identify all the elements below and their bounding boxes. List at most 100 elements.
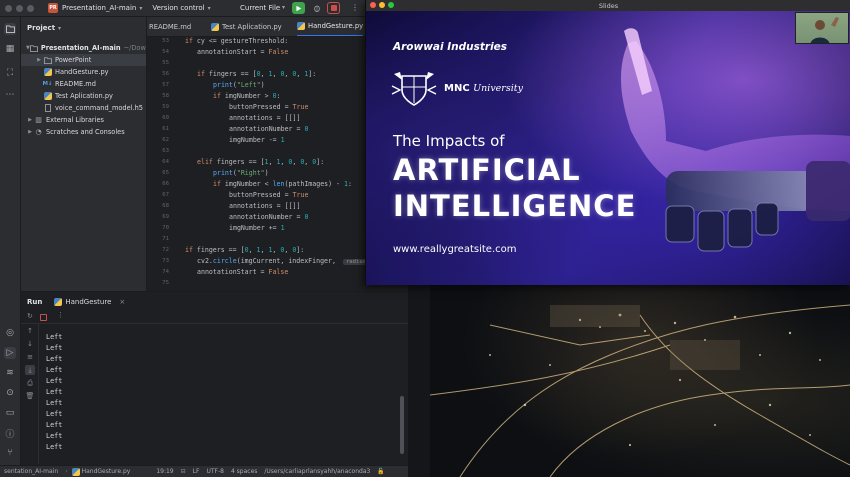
slide-website: www.reallygreatsite.com bbox=[393, 244, 517, 255]
debug-button[interactable] bbox=[310, 2, 323, 14]
slides-window-title: Slides bbox=[598, 1, 619, 10]
services-icon[interactable]: ⊙ bbox=[4, 387, 16, 399]
code-editor[interactable]: 53 54 55 56 57 58 59 60 61 62 63 64 65 6… bbox=[147, 37, 365, 291]
minimize-window-button[interactable] bbox=[379, 2, 385, 8]
scratches-icon: ◔ bbox=[35, 128, 42, 136]
run-tool-icon[interactable]: ▷ bbox=[4, 347, 16, 359]
line-number: 68 bbox=[162, 203, 169, 209]
scroll-up-icon[interactable]: ↑ bbox=[25, 326, 35, 336]
tree-item-label: voice_command_model.h5 bbox=[55, 104, 143, 112]
tree-item-test-aplication[interactable]: Test Aplication.py bbox=[21, 90, 146, 102]
desktop-gap bbox=[408, 285, 430, 477]
problems-icon[interactable]: ⓘ bbox=[4, 427, 16, 440]
status-bar: sentation_AI-main › HandGesture.py 19:19… bbox=[0, 465, 430, 477]
print-icon[interactable]: ⎙ bbox=[25, 378, 35, 388]
scroll-down-icon[interactable]: ↓ bbox=[25, 339, 35, 349]
python-packages-icon[interactable]: ◎ bbox=[4, 327, 16, 339]
status-file[interactable]: HandGesture.py bbox=[82, 468, 131, 475]
layers-icon[interactable]: ≋ bbox=[4, 367, 16, 379]
folder-icon[interactable] bbox=[4, 23, 16, 35]
tab-test-aplication[interactable]: Test Aplication.py bbox=[211, 17, 282, 36]
terminal-icon[interactable]: ▭ bbox=[4, 407, 16, 419]
tab-readme[interactable]: README.md bbox=[149, 17, 191, 36]
stop-icon bbox=[330, 5, 337, 11]
university-crest-logo bbox=[391, 72, 437, 106]
status-breadcrumb[interactable]: sentation_AI-main bbox=[4, 468, 58, 475]
close-window-button[interactable] bbox=[5, 4, 12, 12]
folder-icon bbox=[43, 56, 52, 65]
tree-item-readme[interactable]: M↓ README.md bbox=[21, 78, 146, 90]
tab-handgesture[interactable]: HandGesture.py bbox=[297, 17, 364, 36]
code-line: annotationNumber = 0 bbox=[229, 213, 309, 221]
play-icon bbox=[296, 5, 302, 11]
vcs-menu[interactable]: Version control bbox=[152, 4, 204, 12]
console-scrollbar[interactable] bbox=[400, 396, 404, 454]
zoom-window-button[interactable] bbox=[388, 2, 394, 8]
zoom-window-button[interactable] bbox=[27, 4, 34, 12]
more-tools-icon[interactable]: ⋯ bbox=[4, 89, 16, 101]
console-output-line: Left bbox=[46, 366, 63, 374]
status-indent[interactable]: 4 spaces bbox=[231, 468, 257, 475]
console-output-line: Left bbox=[46, 355, 63, 363]
scroll-to-end-icon[interactable]: ⤓ bbox=[25, 365, 35, 375]
line-number: 60 bbox=[162, 115, 169, 121]
code-line: if fingers == [0, 1, 1, 0, 0]: bbox=[185, 246, 305, 254]
window-controls bbox=[5, 4, 34, 12]
close-window-button[interactable] bbox=[370, 2, 376, 8]
line-number: 54 bbox=[162, 49, 169, 55]
python-file-icon bbox=[297, 22, 305, 30]
tree-item-external-libraries[interactable]: ▶ ▥ External Libraries bbox=[21, 114, 146, 126]
code-line: annotationStart = False bbox=[197, 48, 289, 56]
status-interpreter[interactable]: /Users/carliaprlansyahh/anaconda3 bbox=[264, 468, 370, 475]
run-side-toolbar: ↑ ↓ ≡ ⤓ ⎙ 🗑 bbox=[21, 324, 39, 464]
lock-icon[interactable]: 🔓 bbox=[377, 468, 384, 475]
python-file-icon bbox=[54, 298, 63, 306]
line-number: 59 bbox=[162, 104, 169, 110]
project-selector[interactable]: Presentation_AI-main bbox=[62, 4, 136, 12]
bug-icon bbox=[313, 5, 320, 12]
project-panel-header[interactable]: Project ▾ bbox=[21, 17, 146, 39]
line-number: 70 bbox=[162, 225, 169, 231]
console-output-line: Left bbox=[46, 333, 63, 341]
more-options-icon[interactable]: ⋮ bbox=[57, 311, 64, 319]
tree-item-scratches[interactable]: ▶ ◔ Scratches and Consoles bbox=[21, 126, 146, 138]
tree-item-voice-model[interactable]: voice_command_model.h5 bbox=[21, 102, 146, 114]
run-button[interactable] bbox=[292, 2, 305, 14]
presentation-slide[interactable]: Arowwai Industries MNC University The Im… bbox=[366, 11, 850, 285]
git-icon[interactable]: ⑂ bbox=[4, 447, 16, 459]
university-word: University bbox=[473, 83, 523, 94]
code-line: annotationStart = False bbox=[197, 268, 289, 276]
tree-root[interactable]: ▼ Presentation_AI-main ~/Downk bbox=[21, 42, 146, 54]
line-number: 73 bbox=[162, 258, 169, 264]
stop-icon[interactable] bbox=[40, 314, 47, 321]
minimize-window-button[interactable] bbox=[16, 4, 23, 12]
readonly-icon[interactable]: ⊟ bbox=[181, 468, 186, 475]
editor-tabs: README.md Test Aplication.py HandGesture… bbox=[147, 17, 365, 37]
status-line-ending[interactable]: LF bbox=[193, 468, 200, 475]
tree-item-label: HandGesture.py bbox=[55, 68, 109, 76]
line-number: 67 bbox=[162, 192, 169, 198]
tab-run-config[interactable]: HandGesture × bbox=[54, 298, 125, 306]
university-mark: MNC bbox=[444, 83, 470, 94]
run-config-selector[interactable]: Current File bbox=[240, 4, 280, 12]
tree-item-label: External Libraries bbox=[46, 116, 104, 124]
tree-root-path: ~/Downk bbox=[123, 44, 146, 52]
slide-headline-line-1: ARTIFICIAL bbox=[393, 153, 581, 187]
soft-wrap-icon[interactable]: ≡ bbox=[25, 352, 35, 362]
more-options-icon[interactable]: ⋮ bbox=[351, 3, 359, 12]
structure-icon[interactable]: ⛶ bbox=[4, 67, 16, 79]
stop-button[interactable] bbox=[327, 2, 340, 14]
console-output-line: Left bbox=[46, 421, 63, 429]
code-line: elif fingers == [1, 1, 0, 0, 0]: bbox=[197, 158, 325, 166]
tree-item-powerpoint[interactable]: ▶ PowerPoint bbox=[21, 54, 146, 66]
trash-icon[interactable]: 🗑 bbox=[25, 391, 35, 401]
status-encoding[interactable]: UTF-8 bbox=[206, 468, 224, 475]
close-icon[interactable]: × bbox=[119, 298, 125, 306]
file-icon bbox=[43, 104, 52, 113]
status-cursor-position[interactable]: 19:19 bbox=[156, 468, 173, 475]
line-number: 66 bbox=[162, 181, 169, 187]
tree-item-handgesture[interactable]: HandGesture.py bbox=[21, 66, 146, 78]
rerun-icon[interactable]: ↻ bbox=[27, 312, 33, 320]
line-number: 74 bbox=[162, 269, 169, 275]
commit-icon[interactable]: ▦ bbox=[4, 43, 16, 55]
